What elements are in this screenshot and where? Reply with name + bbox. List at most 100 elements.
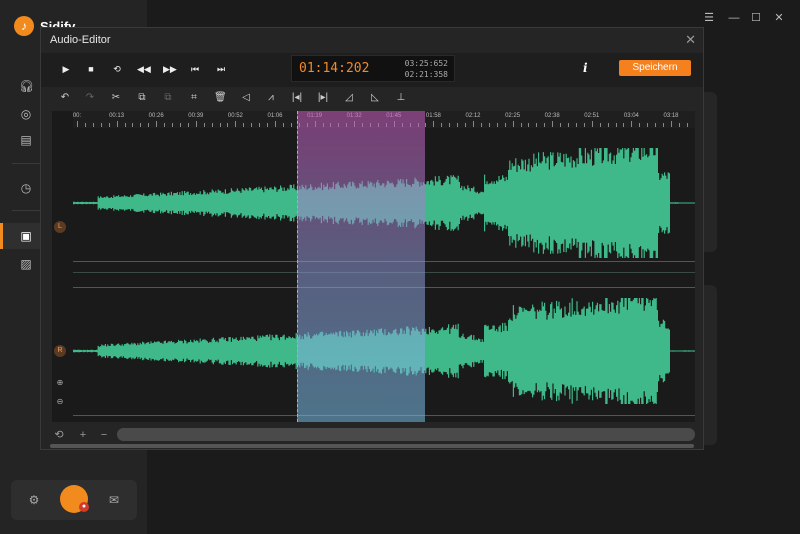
music-note-logo-icon: ♪ bbox=[14, 16, 34, 36]
ruler-tick bbox=[195, 121, 197, 127]
loop-icon[interactable]: ⟲ bbox=[111, 63, 123, 75]
headphones-icon[interactable]: 🎧︎ bbox=[19, 79, 34, 93]
ai-icon[interactable]: ▨ bbox=[19, 257, 33, 271]
copy-icon[interactable]: ⧉ bbox=[136, 92, 148, 104]
ruler-tick bbox=[148, 123, 150, 127]
ruler-tick bbox=[449, 123, 451, 127]
remove-icon[interactable]: − bbox=[98, 429, 110, 441]
ruler-tick bbox=[544, 123, 546, 127]
ruler-tick bbox=[235, 121, 237, 127]
ruler-tick bbox=[457, 123, 459, 127]
ruler-tick bbox=[671, 121, 672, 127]
play-icon[interactable]: ▶ bbox=[60, 63, 72, 75]
paste-icon[interactable]: ⧉ bbox=[162, 92, 174, 104]
ruler-tick bbox=[496, 123, 498, 127]
save-button[interactable]: Speichern bbox=[619, 60, 691, 76]
toolbox-icon[interactable]: ▣ bbox=[19, 229, 33, 243]
clock-icon[interactable]: ◷ bbox=[19, 181, 33, 195]
trim-start-icon[interactable]: |◂| bbox=[291, 92, 303, 104]
reset-icon[interactable]: ⟲ bbox=[53, 429, 65, 441]
app-window: ♪ Sidify 🎧︎ ◎ ▤ ◷ ▣ ▨ ⚙ ● ✉ ☰ — ☐ ✕ Audi… bbox=[0, 0, 800, 534]
maximize-icon[interactable]: ☐ bbox=[748, 10, 764, 26]
close-window-icon[interactable]: ✕ bbox=[771, 10, 787, 26]
cut-icon[interactable]: ✂ bbox=[110, 92, 122, 104]
ruler-label: 00:26 bbox=[148, 113, 164, 119]
ruler-tick bbox=[647, 123, 649, 127]
skip-end-icon[interactable]: ⏭ bbox=[215, 63, 227, 75]
ruler-tick bbox=[686, 123, 688, 127]
playhead-cursor[interactable] bbox=[297, 111, 298, 422]
settings-icon[interactable]: ⚙ bbox=[27, 493, 41, 507]
amplify-icon[interactable]: ⩘ bbox=[265, 92, 277, 104]
add-icon[interactable]: + bbox=[77, 429, 89, 441]
zoom-out-icon[interactable]: ⊖ bbox=[55, 397, 65, 407]
zoom-scrollbar[interactable] bbox=[117, 428, 695, 441]
ruler-tick bbox=[108, 123, 110, 127]
volume-icon[interactable]: ◁ bbox=[240, 92, 252, 104]
left-channel-label: L bbox=[54, 221, 66, 233]
ruler-label: 00: bbox=[72, 113, 82, 119]
ruler-tick bbox=[267, 123, 269, 127]
ruler-tick bbox=[591, 121, 593, 127]
ruler-tick bbox=[172, 123, 174, 127]
ruler-tick bbox=[678, 123, 680, 127]
ruler-tick bbox=[425, 123, 427, 127]
zoom-in-icon[interactable]: ⊕ bbox=[55, 378, 65, 388]
undo-icon[interactable]: ↶ bbox=[59, 92, 71, 104]
fade-out-icon[interactable]: ◺ bbox=[369, 92, 381, 104]
ruler-tick bbox=[607, 123, 609, 127]
ruler-tick bbox=[575, 123, 577, 127]
ruler-tick bbox=[259, 123, 261, 127]
ruler-label: 00:39 bbox=[188, 113, 204, 119]
right-channel-label: R bbox=[54, 345, 66, 357]
dialog-close-icon[interactable]: ✕ bbox=[685, 32, 696, 48]
ruler-tick bbox=[77, 121, 78, 127]
waveform-editor[interactable]: 00:00:1300:2600:3900:5201:0601:1901:3201… bbox=[52, 111, 695, 422]
ruler-tick bbox=[243, 123, 245, 127]
ruler-tick bbox=[156, 121, 158, 127]
ruler-tick bbox=[441, 123, 443, 127]
radio-icon[interactable]: ▤ bbox=[19, 133, 33, 147]
ruler-tick bbox=[140, 123, 142, 127]
ruler-tick bbox=[528, 123, 530, 127]
ruler-tick bbox=[100, 123, 102, 127]
info-button[interactable]: i bbox=[583, 61, 588, 75]
ruler-tick bbox=[187, 123, 189, 127]
menu-icon[interactable]: ☰ bbox=[701, 10, 717, 26]
podcast-icon[interactable]: ◎ bbox=[19, 107, 33, 121]
edit-toolbar: ↶ ↷ ✂ ⧉ ⧉ ⌗ 🗑︎ ◁ ⩘ |◂| |▸| ◿ ◺ ⊥ bbox=[41, 88, 703, 110]
ruler-tick bbox=[84, 123, 86, 127]
stop-icon[interactable]: ■ bbox=[85, 63, 97, 75]
ruler-tick bbox=[599, 123, 601, 127]
ruler-tick bbox=[504, 123, 506, 127]
trim-end-icon[interactable]: |▸| bbox=[317, 92, 329, 104]
ruler-tick bbox=[512, 121, 514, 127]
ruler-tick bbox=[227, 123, 229, 127]
fade-in-icon[interactable]: ◿ bbox=[343, 92, 355, 104]
split-icon[interactable]: ⊥ bbox=[395, 92, 407, 104]
ruler-tick bbox=[615, 123, 617, 127]
minimize-icon[interactable]: — bbox=[726, 10, 742, 26]
ruler-tick bbox=[520, 123, 522, 127]
ruler-tick bbox=[116, 121, 118, 127]
ruler-tick bbox=[433, 121, 435, 127]
mail-icon[interactable]: ✉ bbox=[107, 493, 121, 507]
ruler-label: 02:25 bbox=[505, 113, 521, 119]
ruler-label: 01:06 bbox=[267, 113, 283, 119]
crop-icon[interactable]: ⌗ bbox=[188, 92, 200, 104]
selection-time: 02:21:358 bbox=[404, 70, 448, 79]
ruler-tick bbox=[655, 123, 657, 127]
rewind-icon[interactable]: ◀◀ bbox=[137, 63, 151, 75]
redo-icon[interactable]: ↷ bbox=[84, 92, 96, 104]
delete-icon[interactable]: 🗑︎ bbox=[214, 92, 227, 104]
ruler-tick bbox=[639, 123, 641, 127]
skip-start-icon[interactable]: ⏮ bbox=[189, 63, 201, 75]
ruler-tick bbox=[473, 121, 474, 127]
fast-forward-icon[interactable]: ▶▶ bbox=[163, 63, 177, 75]
time-display: 01:14:202 03:25:652 02:21:358 bbox=[291, 55, 455, 82]
ruler-tick bbox=[132, 123, 134, 127]
ruler-label: 03:04 bbox=[623, 113, 639, 119]
selection-region[interactable] bbox=[297, 111, 425, 422]
horizontal-scrollbar[interactable] bbox=[50, 444, 694, 448]
ruler-tick bbox=[290, 123, 292, 127]
